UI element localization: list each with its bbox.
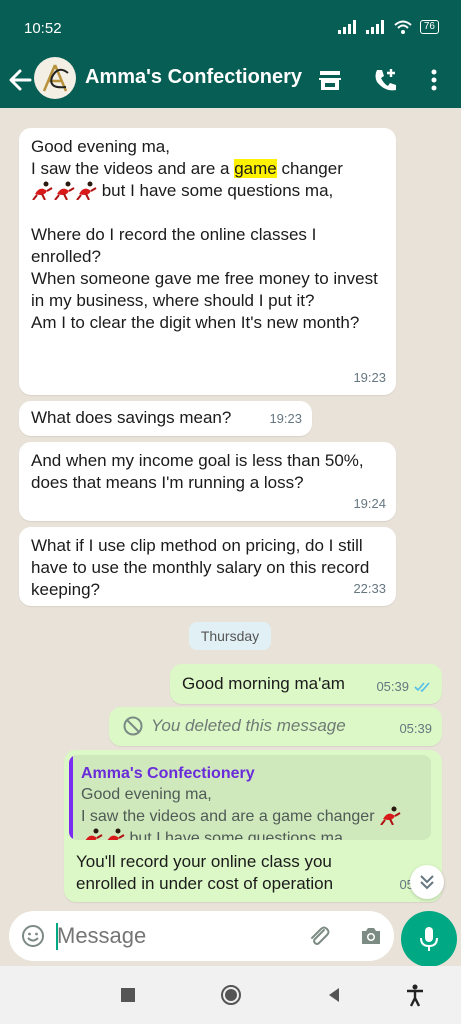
message-list[interactable]: Good evening ma, I saw the videos and ar… xyxy=(0,108,461,908)
double-chevron-down-icon xyxy=(420,875,434,890)
double-check-icon xyxy=(414,682,430,692)
message-timestamp: 19:23 xyxy=(353,370,386,385)
message-bubble-outgoing[interactable]: Good morning ma'am 05:39 xyxy=(170,664,442,704)
chat-title[interactable]: Amma's Confectionery xyxy=(85,66,302,89)
composer xyxy=(0,908,461,967)
deleted-message-text: You deleted this message xyxy=(151,716,346,735)
back-nav-icon[interactable] xyxy=(322,983,346,1007)
message-timestamp: 05:39 xyxy=(399,721,432,736)
scroll-to-bottom-button[interactable] xyxy=(410,865,444,899)
search-highlight: game xyxy=(234,159,277,178)
status-time: 10:52 xyxy=(24,20,62,37)
mic-button[interactable] xyxy=(401,911,457,967)
arrow-left-icon[interactable] xyxy=(8,66,32,94)
message-timestamp: 22:33 xyxy=(353,581,386,596)
store-icon[interactable] xyxy=(316,66,344,94)
blocked-icon xyxy=(123,716,143,736)
message-bubble-reply[interactable]: Amma's Confectionery Good evening ma, I … xyxy=(64,750,442,902)
message-timestamp: 05:39 xyxy=(376,679,409,694)
home-icon[interactable] xyxy=(219,983,243,1007)
more-vert-icon[interactable] xyxy=(420,66,448,94)
status-bar: 10:52 76 xyxy=(0,0,461,52)
dancer-emoji-icon xyxy=(75,180,97,200)
message-timestamp: 19:24 xyxy=(353,496,386,511)
message-bubble-incoming[interactable]: Good evening ma, I saw the videos and ar… xyxy=(19,128,396,395)
message-bubble-deleted[interactable]: You deleted this message 05:39 xyxy=(109,707,442,746)
message-input-container[interactable] xyxy=(9,911,394,961)
message-meta: 05:39 xyxy=(376,676,432,698)
message-bubble-incoming[interactable]: What does savings mean? 19:23 xyxy=(19,401,312,436)
quoted-author: Amma's Confectionery xyxy=(81,765,255,782)
date-separator: Thursday xyxy=(189,622,271,650)
dancer-emoji-icon xyxy=(53,180,75,200)
message-timestamp: 19:23 xyxy=(269,411,302,426)
accessibility-icon[interactable] xyxy=(403,983,427,1007)
wifi-icon xyxy=(394,20,412,34)
emoji-icon[interactable] xyxy=(21,924,45,948)
mic-icon xyxy=(420,927,438,951)
message-text: You'll record your online class you enro… xyxy=(76,852,337,893)
dancer-emoji-icon xyxy=(31,180,53,200)
signal-icon-2 xyxy=(365,20,384,34)
message-text: And when my income goal is less than 50%… xyxy=(31,451,369,492)
message-text: Good evening ma, I saw the videos and ar… xyxy=(31,137,378,332)
dancer-emoji-icon xyxy=(379,805,401,825)
quoted-text: Good evening ma, I saw the videos and ar… xyxy=(81,785,423,840)
recents-icon[interactable] xyxy=(116,983,140,1007)
paperclip-icon[interactable] xyxy=(307,924,331,948)
camera-icon[interactable] xyxy=(359,924,383,948)
dancer-emoji-icon xyxy=(81,827,103,840)
message-text: What does savings mean? xyxy=(31,408,232,427)
signal-icon xyxy=(337,20,356,34)
quote-bar xyxy=(69,755,73,840)
chat-header: Amma's Confectionery xyxy=(0,52,461,108)
add-call-icon[interactable] xyxy=(371,66,399,94)
battery-icon: 76 xyxy=(419,20,439,34)
message-text: What if I use clip method on pricing, do… xyxy=(31,536,375,599)
message-bubble-incoming[interactable]: And when my income goal is less than 50%… xyxy=(19,442,396,521)
avatar[interactable] xyxy=(34,57,76,99)
quoted-message[interactable]: Amma's Confectionery Good evening ma, I … xyxy=(69,755,431,840)
status-icons: 76 xyxy=(337,20,439,34)
brand-logo-icon xyxy=(42,64,69,92)
system-nav-bar xyxy=(0,966,461,1024)
message-bubble-incoming[interactable]: What if I use clip method on pricing, do… xyxy=(19,527,396,606)
dancer-emoji-icon xyxy=(103,827,125,840)
message-input[interactable] xyxy=(57,918,297,954)
